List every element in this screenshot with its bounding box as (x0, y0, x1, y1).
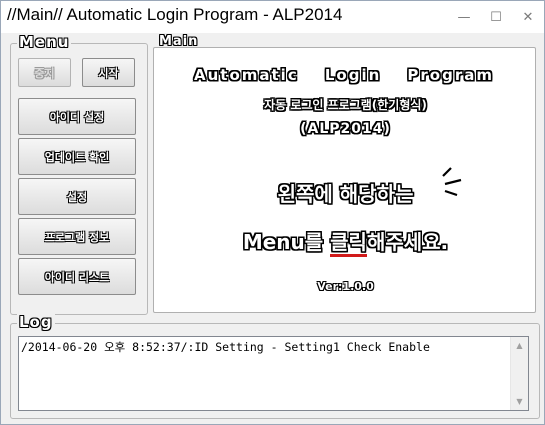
heading-word-login: Login (324, 66, 382, 84)
heading-word-program: Program (407, 66, 494, 84)
log-entry: /2014-06-20 오후 8:52:37/:ID Setting - Set… (21, 340, 430, 354)
settings-button[interactable]: 설정 (18, 178, 136, 215)
app-window: //Main// Automatic Login Program - ALP20… (0, 0, 545, 425)
main-panel: Automatic Login Program 자동 로그인 프로그램(한기형식… (153, 47, 536, 313)
title-bar[interactable]: //Main// Automatic Login Program - ALP20… (1, 1, 544, 33)
update-check-button[interactable]: 업데이트 확인 (18, 138, 136, 175)
stop-button[interactable]: 중지 (18, 58, 71, 87)
id-list-button[interactable]: 아이디 리스트 (18, 258, 136, 295)
window-title: //Main// Automatic Login Program - ALP20… (7, 5, 343, 24)
instruction-line-2-a: Menu를 (242, 230, 331, 254)
heading-word-automatic: Automatic (194, 66, 299, 84)
scroll-down-arrow-icon[interactable]: ▼ (511, 393, 528, 410)
instruction-line-2-click: 클릭 (330, 230, 367, 257)
id-settings-button[interactable]: 아이디 설정 (18, 98, 136, 135)
emphasis-marks-icon (442, 167, 462, 196)
instruction-line-2-c: 해주세요. (366, 230, 449, 254)
heading-line: Automatic Login Program (194, 66, 494, 84)
subtitle-korean: 자동 로그인 프로그램(한기형식) (264, 98, 427, 112)
log-textbox[interactable]: /2014-06-20 오후 8:52:37/:ID Setting - Set… (18, 336, 529, 411)
version-label: Ver:1.0.0 (317, 280, 374, 293)
maximize-button[interactable]: ☐ (486, 9, 506, 25)
menu-group-label: Menu (17, 33, 72, 51)
minimize-button[interactable]: — (454, 9, 474, 25)
instruction-line-2: Menu를 클릭해주세요. (154, 226, 537, 257)
subtitle-code: (ALP2014) (300, 121, 391, 137)
program-info-button[interactable]: 프로그램 정보 (18, 218, 136, 255)
scroll-up-arrow-icon[interactable]: ▲ (511, 337, 528, 354)
log-group-label: Log (17, 313, 55, 331)
instruction-line-1: 왼쪽에 해당하는 (277, 182, 414, 206)
start-button[interactable]: 시작 (82, 58, 135, 87)
log-scrollbar[interactable]: ▲ ▼ (510, 337, 528, 410)
close-button[interactable]: ✕ (518, 9, 538, 25)
